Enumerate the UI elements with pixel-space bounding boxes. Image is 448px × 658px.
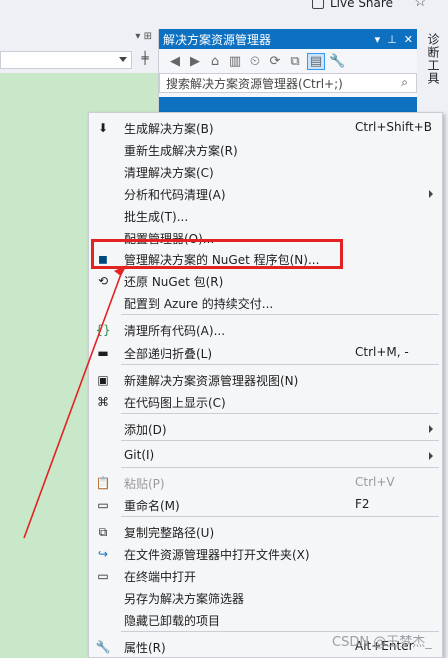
- annotation-arrow-line: [23, 273, 122, 539]
- annotation-arrowhead: [114, 265, 127, 276]
- watermark: CSDN @王梦杰_: [332, 635, 432, 650]
- annotation-arrow: [23, 265, 127, 539]
